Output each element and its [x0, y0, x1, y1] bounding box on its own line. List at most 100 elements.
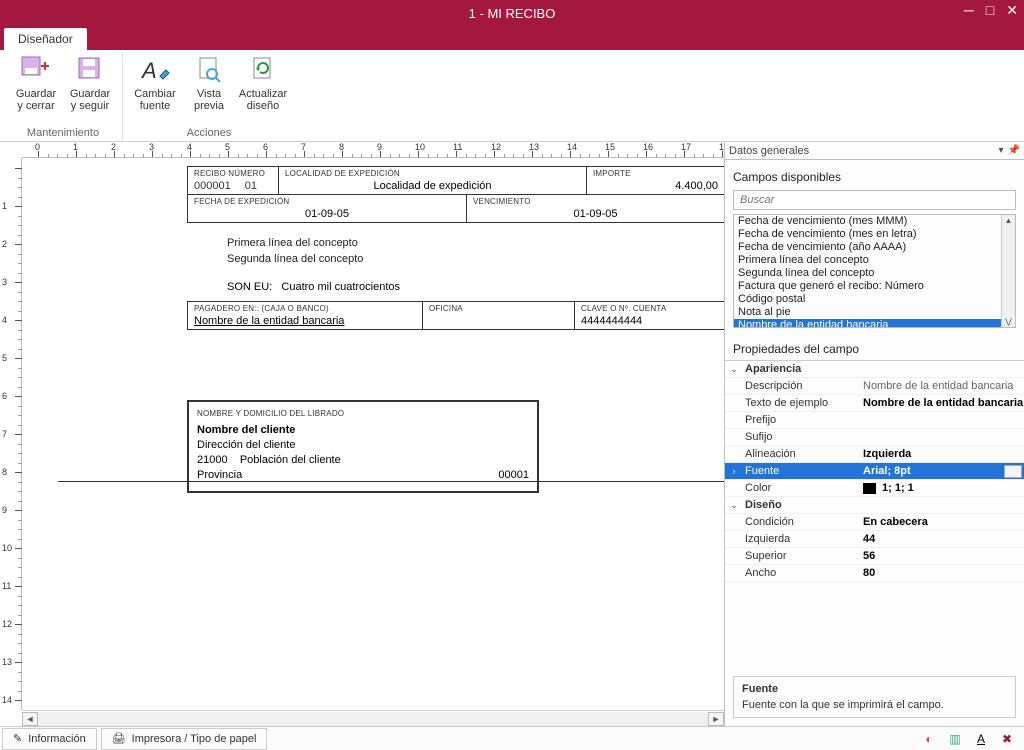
save-continue-icon — [74, 54, 106, 86]
value-cliente-dir[interactable]: Dirección del cliente — [197, 438, 529, 453]
design-canvas: 0123456789101112131415161718 12345678910… — [0, 142, 724, 726]
change-font-button[interactable]: A Cambiar fuente — [129, 52, 181, 114]
collapse-icon[interactable]: ⌄ — [725, 364, 743, 375]
value-concept2[interactable]: Segunda línea del concepto — [227, 253, 684, 265]
scroll-expand-icon[interactable]: ⋁ — [1005, 316, 1012, 327]
pin-icon[interactable]: 📌 — [1008, 145, 1020, 156]
tab-designer[interactable]: Diseñador — [4, 28, 87, 50]
save-close-icon — [20, 54, 52, 86]
eraser-icon[interactable]: ✖ — [998, 731, 1016, 747]
doc-icon[interactable]: ▥ — [946, 731, 964, 747]
value-cp[interactable]: 21000 — [197, 454, 228, 466]
color-swatch — [863, 483, 876, 494]
preview-label: Vista previa — [194, 88, 224, 112]
prop-descripcion[interactable]: Descripción Nombre de la entidad bancari… — [725, 378, 1024, 395]
search-input[interactable] — [733, 190, 1016, 210]
field-list-item[interactable]: Código postal — [734, 293, 1001, 306]
expand-icon[interactable]: › — [725, 466, 743, 476]
minimize-icon[interactable]: ─ — [964, 2, 974, 19]
field-list[interactable]: Fecha de vencimiento (mes MMM)Fecha de v… — [733, 214, 1016, 328]
field-properties-title: Propiedades del campo — [725, 328, 1024, 360]
ellipsis-button[interactable]: … — [1004, 465, 1022, 478]
collapse-icon[interactable]: ⌄ — [725, 500, 743, 511]
prop-cat-design[interactable]: ⌄ Diseño — [725, 497, 1024, 514]
save-continue-label: Guardar y seguir — [70, 88, 110, 112]
panel-dropdown-label: Datos generales — [729, 145, 809, 157]
horizontal-scrollbar[interactable]: ◄ ► — [22, 710, 724, 726]
close-icon[interactable]: ✕ — [1006, 2, 1018, 19]
ruler-horizontal: 0123456789101112131415161718 — [22, 142, 724, 158]
label-son: SON EU: — [227, 281, 272, 293]
ribbon-group-label-actions: Acciones — [187, 127, 232, 141]
prop-ancho[interactable]: Ancho 80 — [725, 565, 1024, 582]
font-icon: A — [139, 54, 171, 86]
scroll-right-icon[interactable]: ► — [708, 712, 724, 726]
prop-cat-appearance[interactable]: ⌄ Apariencia — [725, 361, 1024, 378]
prop-alineacion[interactable]: Alineación Izquierda — [725, 446, 1024, 463]
field-list-item[interactable]: Segunda línea del concepto — [734, 267, 1001, 280]
value-concept1[interactable]: Primera línea del concepto — [227, 237, 684, 249]
info-button[interactable]: ✎ Información — [2, 728, 97, 750]
prop-sufijo[interactable]: Sufijo — [725, 429, 1024, 446]
value-recibo-serie[interactable]: 01 — [245, 180, 257, 192]
maximize-icon[interactable]: □ — [986, 2, 994, 19]
scroll-up-icon[interactable]: ▲ — [1005, 215, 1013, 226]
field-list-item[interactable]: Primera línea del concepto — [734, 254, 1001, 267]
value-importe[interactable]: 4.400,00 — [593, 180, 718, 192]
info-icon: ✎ — [13, 732, 22, 745]
field-list-item[interactable]: Fecha de vencimiento (mes en letra) — [734, 228, 1001, 241]
label-vencimiento: VENCIMIENTO — [473, 197, 718, 206]
prop-fuente-selected[interactable]: › Fuente Arial; 8pt … — [725, 463, 1024, 480]
main-area: 0123456789101112131415161718 12345678910… — [0, 142, 1024, 726]
fieldlist-scrollbar[interactable]: ▲ ⋁ — [1001, 215, 1015, 327]
prop-superior[interactable]: Superior 56 — [725, 548, 1024, 565]
label-librado: NOMBRE Y DOMICILIO DEL LIBRADO — [197, 406, 529, 421]
refresh-icon — [247, 54, 279, 86]
label-recibo-numero: RECIBO NÚMERO — [194, 169, 272, 178]
value-localidad[interactable]: Localidad de expedición — [285, 180, 580, 192]
help-title: Fuente — [742, 683, 1007, 695]
paper[interactable]: RECIBO NÚMERO 000001 01 LOCALIDAD DE EXP… — [22, 158, 724, 710]
save-close-label: Guardar y cerrar — [16, 88, 56, 112]
value-entidad-selected[interactable]: Nombre de la entidad bancaria — [194, 315, 416, 327]
value-cuenta[interactable]: 4444444444 — [581, 315, 718, 327]
field-list-item[interactable]: Factura que generó el recibo: Número — [734, 280, 1001, 293]
help-text: Fuente con la que se imprimirá el campo. — [742, 699, 1007, 711]
available-fields-title: Campos disponibles — [725, 160, 1024, 190]
value-poblacion[interactable]: Población del cliente — [240, 454, 341, 466]
ribbon: Guardar y cerrar Guardar y seguir Manten… — [0, 50, 1024, 142]
update-design-button[interactable]: Actualizar diseño — [237, 52, 289, 114]
properties-panel: Datos generales ▾ 📌 Campos disponibles F… — [724, 142, 1024, 726]
value-vencimiento[interactable]: 01-09-05 — [473, 208, 718, 220]
field-list-item[interactable]: Nombre de la entidad bancaria — [734, 319, 1001, 327]
preview-button[interactable]: Vista previa — [183, 52, 235, 114]
field-list-item[interactable]: Nota al pie — [734, 306, 1001, 319]
librado-box: NOMBRE Y DOMICILIO DEL LIBRADO Nombre de… — [187, 400, 539, 493]
prop-izquierda[interactable]: Izquierda 44 — [725, 531, 1024, 548]
save-continue-button[interactable]: Guardar y seguir — [64, 52, 116, 114]
ribbon-group-actions: A Cambiar fuente Vista previa Actualizar… — [123, 52, 295, 141]
prop-ejemplo[interactable]: Texto de ejemplo Nombre de la entidad ba… — [725, 395, 1024, 412]
value-recibo-num[interactable]: 000001 — [194, 180, 231, 192]
label-pagadero: PAGADERO EN:: (CAJA O BANCO) — [194, 304, 416, 313]
value-cliente-nombre[interactable]: Nombre del cliente — [197, 423, 529, 438]
printer-button[interactable]: 🖨 Impresora / Tipo de papel — [101, 728, 268, 750]
font-a-icon[interactable]: A — [972, 731, 990, 747]
ribbon-group-label-maint: Mantenimiento — [27, 127, 99, 141]
save-close-button[interactable]: Guardar y cerrar — [10, 52, 62, 114]
palette-icon[interactable]: ◐ — [920, 731, 938, 747]
prop-prefijo[interactable]: Prefijo — [725, 412, 1024, 429]
field-list-item[interactable]: Fecha de vencimiento (año AAAA) — [734, 241, 1001, 254]
prop-condicion[interactable]: Condición En cabecera — [725, 514, 1024, 531]
printer-icon: 🖨 — [112, 732, 126, 745]
tab-strip: Diseñador — [0, 26, 1024, 50]
scroll-left-icon[interactable]: ◄ — [22, 712, 38, 726]
field-list-item[interactable]: Fecha de vencimiento (mes MMM) — [734, 215, 1001, 228]
value-fecha-exp[interactable]: 01-09-05 — [194, 208, 460, 220]
panel-dropdown[interactable]: Datos generales ▾ 📌 — [725, 142, 1024, 160]
change-font-label: Cambiar fuente — [134, 88, 176, 112]
chevron-down-icon[interactable]: ▾ — [999, 145, 1004, 156]
prop-color[interactable]: Color 1; 1; 1 — [725, 480, 1024, 497]
ribbon-group-maintenance: Guardar y cerrar Guardar y seguir Manten… — [4, 52, 123, 141]
value-son[interactable]: Cuatro mil cuatrocientos — [281, 281, 400, 293]
